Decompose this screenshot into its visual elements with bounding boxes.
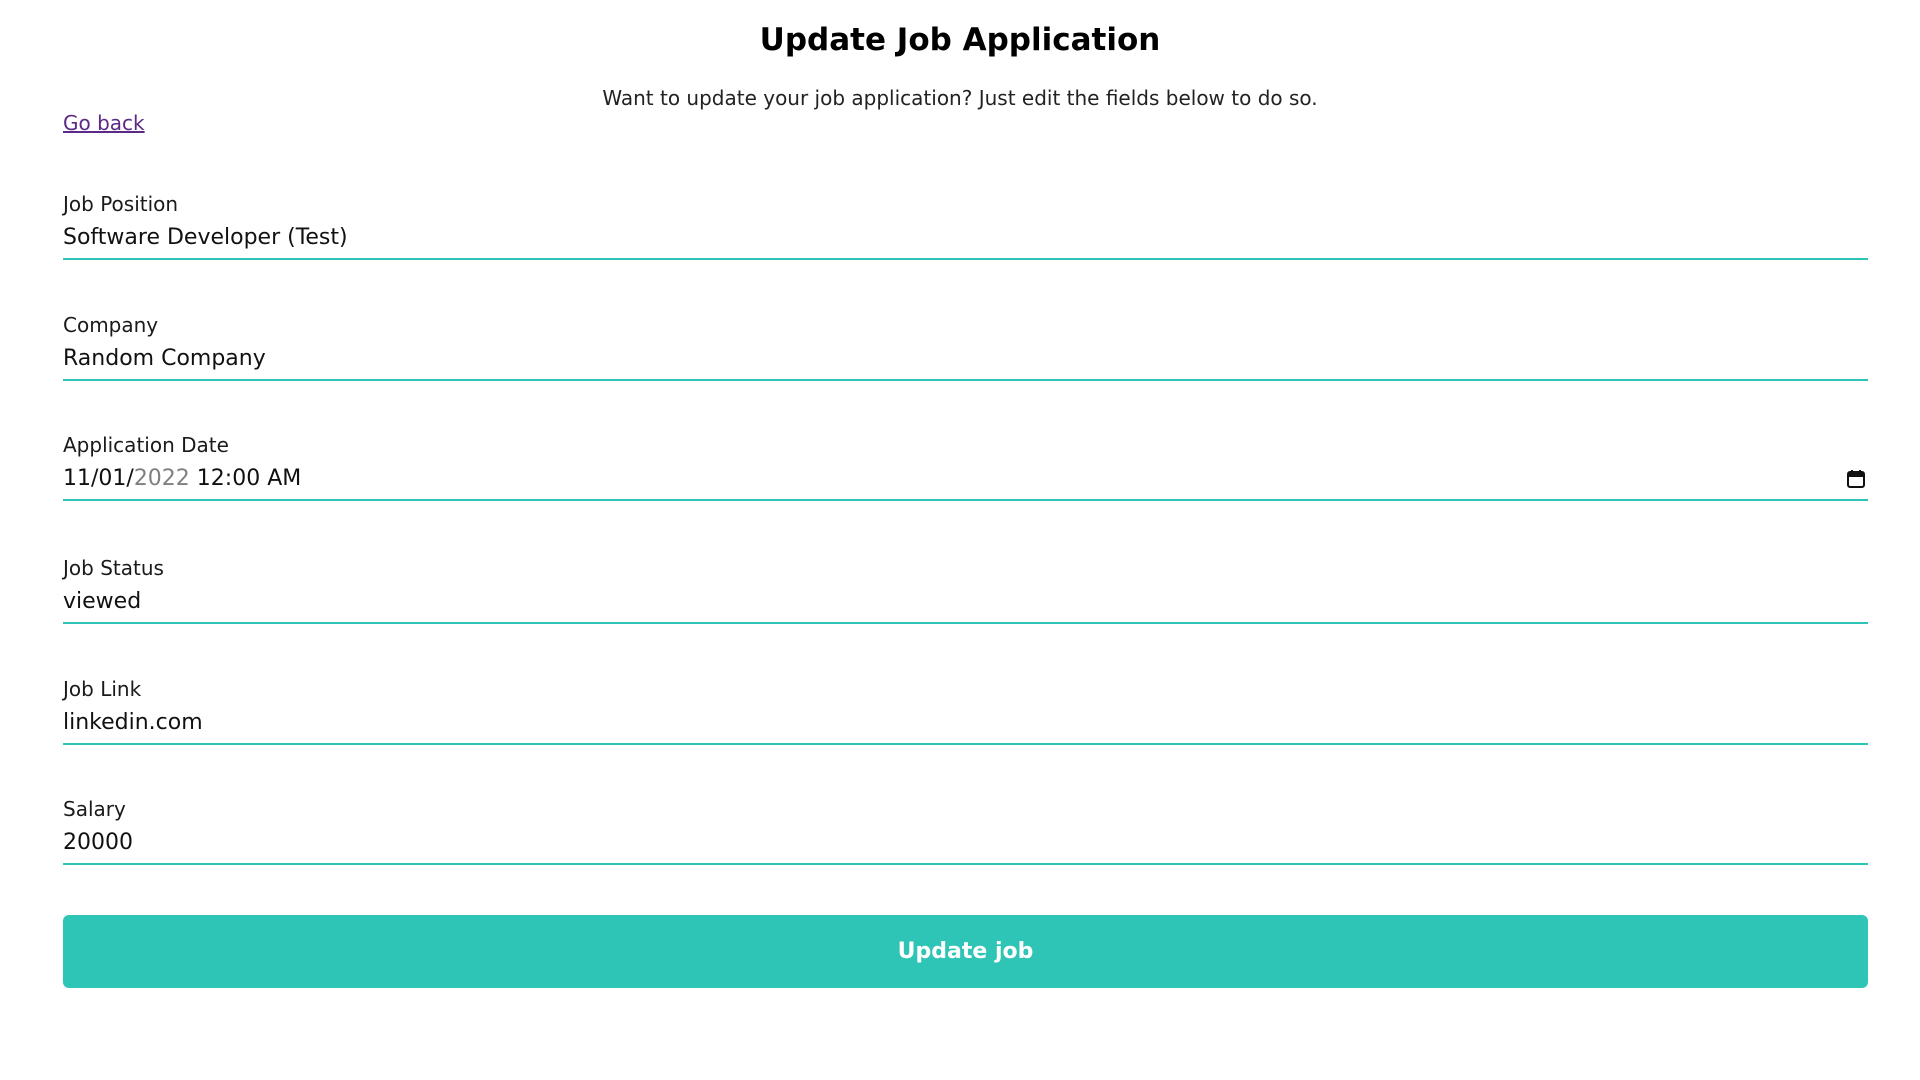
company-label: Company	[63, 313, 159, 337]
job-link-box	[63, 707, 1868, 745]
salary-box	[63, 827, 1868, 865]
application-date-value: 11/01/2022 12:00 AM	[63, 463, 1868, 495]
date-year[interactable]: 2022	[134, 466, 190, 491]
company-box	[63, 343, 1868, 381]
job-link-label: Job Link	[63, 677, 142, 701]
job-status-label: Job Status	[63, 556, 164, 580]
page-subtitle: Want to update your job application? Jus…	[602, 86, 1318, 110]
company-field: Company	[63, 313, 1868, 381]
update-job-page: Update Job Application Want to update yo…	[0, 0, 1920, 1080]
application-date-input[interactable]: 11/01/2022 12:00 AM	[63, 463, 1868, 501]
update-job-button[interactable]: Update job	[63, 915, 1868, 988]
company-input[interactable]	[63, 343, 1868, 375]
page-title: Update Job Application	[759, 22, 1161, 58]
salary-input[interactable]	[63, 827, 1868, 859]
job-position-box	[63, 222, 1868, 260]
go-back-link[interactable]: Go back	[63, 111, 145, 135]
job-status-field: Job Status	[63, 556, 1868, 624]
calendar-icon[interactable]	[1846, 469, 1866, 489]
salary-field: Salary	[63, 797, 1868, 865]
date-month-day[interactable]: 11/01/	[63, 466, 134, 491]
job-status-input[interactable]	[63, 586, 1868, 618]
application-date-field: Application Date 11/01/2022 12:00 AM	[63, 433, 1868, 501]
salary-label: Salary	[63, 797, 126, 821]
job-position-label: Job Position	[63, 192, 179, 216]
job-position-input[interactable]	[63, 222, 1868, 254]
job-link-input[interactable]	[63, 707, 1868, 739]
job-status-box	[63, 586, 1868, 624]
application-date-label: Application Date	[63, 433, 229, 457]
job-link-field: Job Link	[63, 677, 1868, 745]
date-time[interactable]: 12:00 AM	[190, 466, 301, 491]
job-position-field: Job Position	[63, 192, 1868, 260]
